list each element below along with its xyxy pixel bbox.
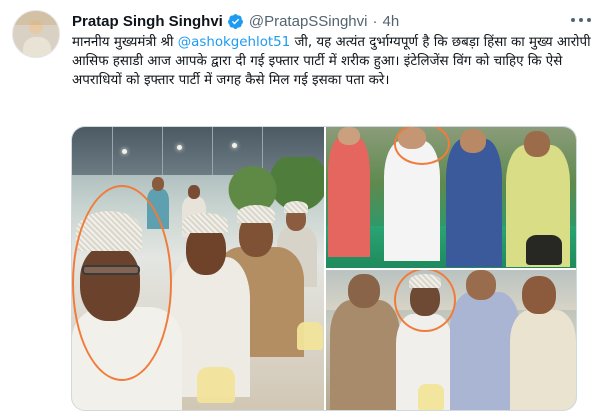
mention-link[interactable]: @ashokgehlot51 xyxy=(178,35,290,50)
trees xyxy=(222,157,324,212)
highlight-circle-2 xyxy=(394,127,450,165)
verified-badge-icon xyxy=(227,13,243,29)
media-grid[interactable] xyxy=(71,126,577,411)
more-options-icon[interactable] xyxy=(571,12,591,28)
highlight-circle-3 xyxy=(394,270,456,332)
author-handle[interactable]: @PratapSSinghvi xyxy=(249,13,368,30)
tweet-time[interactable]: 4h xyxy=(382,13,399,30)
avatar[interactable] xyxy=(12,10,60,58)
author-name[interactable]: Pratap Singh Singhvi xyxy=(72,13,223,30)
tweet-text: माननीय मुख्यमंत्री श्री @ashokgehlot51 ज… xyxy=(72,33,592,90)
tweet-card[interactable]: Pratap Singh Singhvi @PratapSSinghvi · 4… xyxy=(0,0,603,420)
media-photo-2[interactable] xyxy=(326,127,576,268)
tweet-text-before: माननीय मुख्यमंत्री श्री xyxy=(72,35,178,50)
tweet-header: Pratap Singh Singhvi @PratapSSinghvi · 4… xyxy=(72,10,399,32)
separator-dot: · xyxy=(372,12,378,30)
highlight-circle-1 xyxy=(72,185,172,381)
media-photo-1[interactable] xyxy=(72,127,324,410)
media-photo-3[interactable] xyxy=(326,270,576,410)
